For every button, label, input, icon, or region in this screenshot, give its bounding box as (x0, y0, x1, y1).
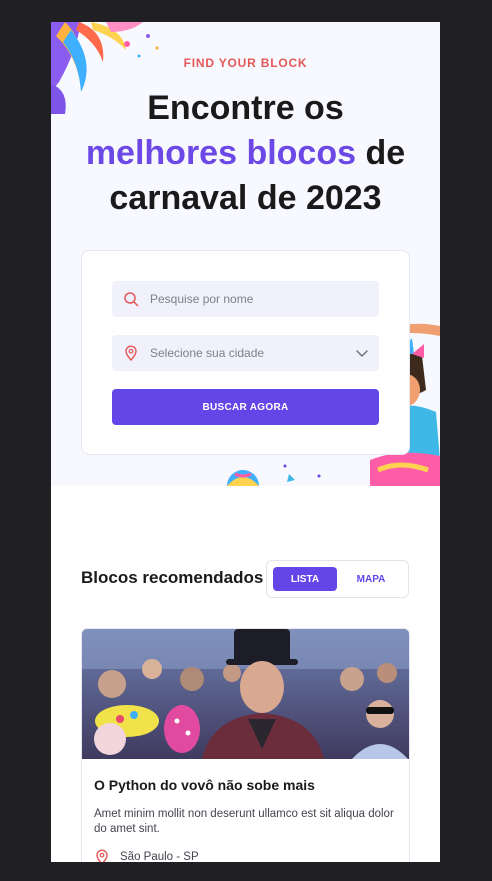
map-pin-icon (94, 849, 110, 862)
app-screen: FIND YOUR BLOCK Encontre os melhores blo… (51, 22, 440, 862)
search-icon (123, 291, 139, 307)
tab-mapa[interactable]: MAPA (339, 567, 403, 591)
city-select-placeholder: Selecione sua cidade (150, 346, 265, 360)
name-search-placeholder: Pesquise por nome (150, 292, 254, 306)
hero-title-after-accent: de (356, 134, 406, 172)
hero-title-accent: melhores blocos (85, 134, 357, 172)
beach-ball-decoration (227, 464, 321, 486)
map-pin-icon (123, 345, 139, 361)
hero-title-line1: Encontre os (147, 89, 344, 127)
block-card-description: Amet minim mollit non deserunt ullamco e… (94, 808, 394, 835)
view-toggle: LISTA MAPA (266, 560, 409, 598)
search-submit-button[interactable]: BUSCAR AGORA (112, 389, 379, 425)
recommended-title: Blocos recomendados (81, 568, 264, 587)
city-select[interactable]: Selecione sua cidade (112, 335, 379, 371)
block-card-title: O Python do vovô não sobe mais (94, 777, 315, 793)
hero-title: Encontre os melhores blocos de carnaval … (51, 86, 440, 221)
block-card-location: São Paulo - SP (94, 849, 199, 862)
search-card: Pesquise por nome Selecione sua cidade B… (81, 250, 410, 455)
hero-title-line3: carnaval de 2023 (109, 179, 382, 217)
block-card[interactable]: O Python do vovô não sobe mais Amet mini… (81, 628, 410, 862)
block-card-location-text: São Paulo - SP (120, 851, 199, 862)
name-search-field[interactable]: Pesquise por nome (112, 281, 379, 317)
block-photo (82, 629, 409, 759)
tab-lista[interactable]: LISTA (273, 567, 337, 591)
hero-eyebrow: FIND YOUR BLOCK (183, 56, 308, 70)
hero-section: FIND YOUR BLOCK Encontre os melhores blo… (51, 22, 440, 486)
chevron-down-icon (355, 346, 369, 360)
